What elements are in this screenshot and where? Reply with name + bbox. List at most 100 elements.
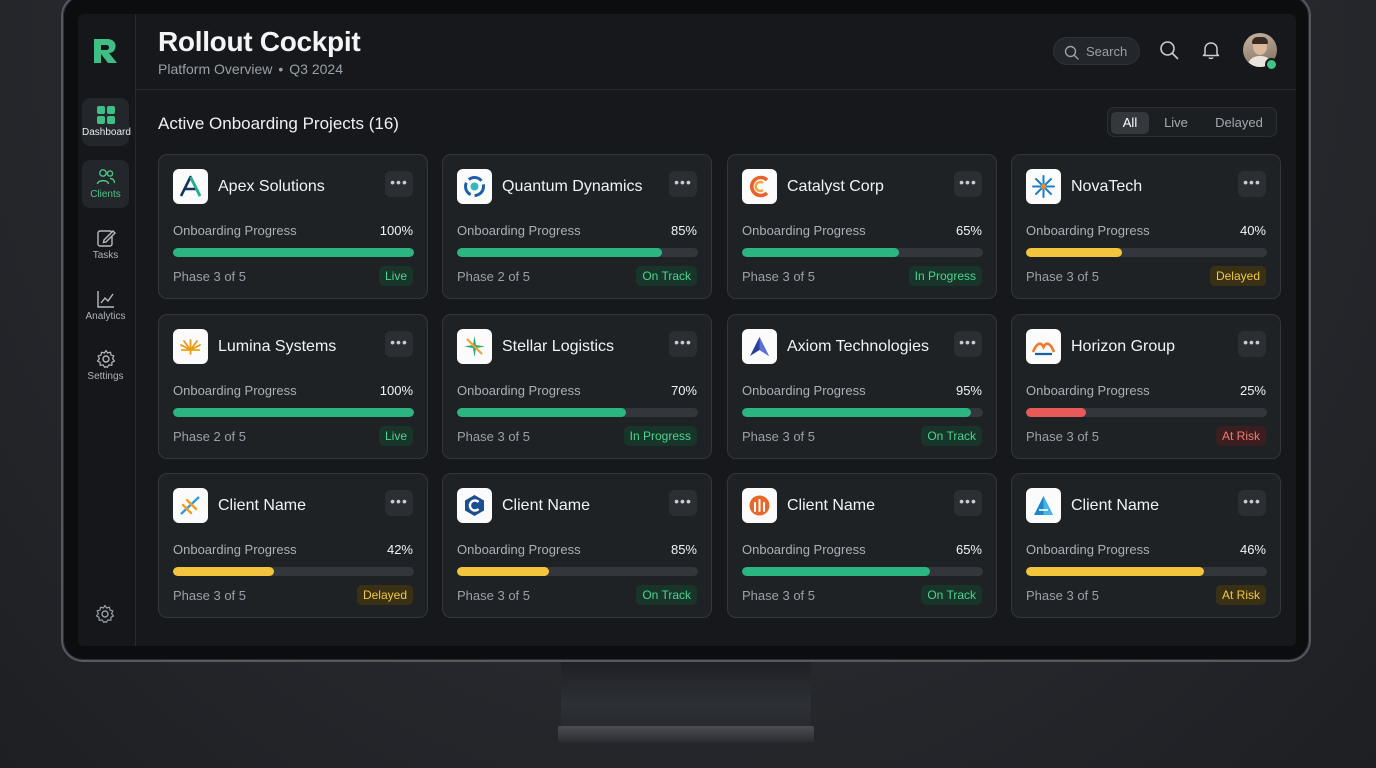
- phase-text: Phase 3 of 5: [742, 588, 815, 603]
- filter-delayed[interactable]: Delayed: [1206, 112, 1272, 134]
- project-card[interactable]: Client Name ••• Onboarding Progress 65% Phas…: [727, 473, 997, 618]
- phase-text: Phase 3 of 5: [173, 269, 246, 284]
- online-status-dot: [1265, 58, 1278, 71]
- project-card[interactable]: Stellar Logistics ••• Onboarding Progress 7…: [442, 314, 712, 459]
- status-badge: In Progress: [908, 266, 982, 286]
- progress-bar-fill: [173, 248, 414, 257]
- client-name: Lumina Systems: [218, 338, 337, 355]
- project-card[interactable]: Client Name ••• Onboarding Progress 46% Phas…: [1011, 473, 1281, 618]
- chart-icon: [96, 291, 114, 308]
- more-options-button[interactable]: •••: [954, 490, 982, 516]
- project-card[interactable]: Horizon Group ••• Onboarding Progress 25% Ph…: [1011, 314, 1281, 459]
- sidebar-item-settings[interactable]: Settings: [82, 342, 129, 390]
- progress-label: Onboarding Progress: [1026, 223, 1150, 238]
- progress-label: Onboarding Progress: [173, 542, 297, 557]
- status-badge: On Track: [636, 585, 697, 605]
- more-options-button[interactable]: •••: [1238, 331, 1266, 357]
- gear-icon[interactable]: [95, 604, 115, 624]
- sidebar-item-clients[interactable]: Clients: [82, 160, 129, 208]
- status-badge: Delayed: [1209, 266, 1266, 286]
- search-icon[interactable]: [1159, 40, 1179, 60]
- progress-label: Onboarding Progress: [742, 542, 866, 557]
- more-options-button[interactable]: •••: [954, 171, 982, 197]
- client-logo: [1026, 169, 1061, 204]
- project-card[interactable]: NovaTech ••• Onboarding Progress 40% Phase 3…: [1011, 154, 1281, 299]
- client-name: Stellar Logistics: [502, 338, 615, 355]
- progress-bar-fill: [1026, 408, 1087, 417]
- status-badge: In Progress: [623, 426, 697, 446]
- progress-value: 85%: [670, 542, 697, 557]
- client-logo: [173, 488, 208, 523]
- more-options-button[interactable]: •••: [669, 171, 697, 197]
- search-input[interactable]: Search: [1053, 37, 1140, 65]
- phase-text: Phase 3 of 5: [1026, 588, 1099, 603]
- project-card[interactable]: Quantum Dynamics ••• Onboarding Progress 85…: [442, 154, 712, 299]
- more-options-button[interactable]: •••: [385, 490, 413, 516]
- status-badge: Delayed: [356, 585, 413, 605]
- progress-value: 65%: [955, 223, 982, 238]
- users-icon: [96, 169, 115, 185]
- progress-bar: [457, 248, 698, 257]
- status-badge: At Risk: [1215, 585, 1266, 605]
- more-options-button[interactable]: •••: [1238, 171, 1266, 197]
- client-name: Apex Solutions: [218, 178, 325, 195]
- progress-bar: [173, 408, 414, 417]
- project-card[interactable]: Client Name ••• Onboarding Progress 85% Phas…: [442, 473, 712, 618]
- progress-label: Onboarding Progress: [1026, 542, 1150, 557]
- progress-value: 70%: [670, 383, 697, 398]
- more-options-button[interactable]: •••: [669, 331, 697, 357]
- filter-all[interactable]: All: [1111, 112, 1149, 134]
- top-header: Rollout Cockpit Platform Overview • Q3 202…: [135, 14, 1296, 90]
- search-icon: [1064, 45, 1079, 60]
- client-logo: [173, 169, 208, 204]
- more-options-button[interactable]: •••: [1238, 490, 1266, 516]
- status-badge: On Track: [921, 585, 982, 605]
- project-card[interactable]: Apex Solutions ••• Onboarding Progress 100%…: [158, 154, 428, 299]
- more-options-button[interactable]: •••: [954, 331, 982, 357]
- phase-text: Phase 3 of 5: [742, 429, 815, 444]
- progress-value: 40%: [1239, 223, 1266, 238]
- sidebar-item-label: Settings: [87, 371, 124, 382]
- progress-value: 42%: [386, 542, 413, 557]
- client-name: Client Name: [787, 497, 876, 514]
- progress-bar: [173, 567, 414, 576]
- progress-value: 95%: [955, 383, 982, 398]
- progress-bar-fill: [173, 408, 414, 417]
- sidebar-item-label: Clients: [90, 189, 121, 200]
- progress-label: Onboarding Progress: [742, 223, 866, 238]
- gear-icon: [96, 349, 115, 368]
- client-logo: [742, 329, 777, 364]
- progress-bar: [457, 567, 698, 576]
- project-card[interactable]: Client Name ••• Onboarding Progress 42% Phas…: [158, 473, 428, 618]
- sidebar-item-label: Tasks: [92, 250, 119, 261]
- filter-live[interactable]: Live: [1154, 112, 1198, 134]
- sidebar-item-tasks[interactable]: Tasks: [82, 221, 129, 269]
- subtitle-context: Platform Overview: [158, 61, 273, 77]
- progress-bar: [1026, 567, 1267, 576]
- more-options-button[interactable]: •••: [669, 490, 697, 516]
- more-options-button[interactable]: •••: [385, 331, 413, 357]
- sidebar-item-dashboard[interactable]: Dashboard: [82, 98, 131, 146]
- bell-icon[interactable]: [1201, 40, 1221, 60]
- app-screen: Dashboard Clients Tasks Analytics Settin…: [78, 14, 1296, 646]
- client-logo: [457, 329, 492, 364]
- more-options-button[interactable]: •••: [385, 171, 413, 197]
- progress-label: Onboarding Progress: [173, 223, 297, 238]
- phase-text: Phase 3 of 5: [1026, 269, 1099, 284]
- progress-value: 25%: [1239, 383, 1266, 398]
- project-card[interactable]: Lumina Systems ••• Onboarding Progress 100%…: [158, 314, 428, 459]
- sidebar-item-analytics[interactable]: Analytics: [82, 282, 129, 330]
- client-name: Axiom Technologies: [787, 338, 930, 355]
- client-name: NovaTech: [1071, 178, 1143, 195]
- project-card[interactable]: Axiom Technologies ••• Onboarding Progress…: [727, 314, 997, 459]
- phase-text: Phase 3 of 5: [457, 429, 530, 444]
- sidebar-item-label: Analytics: [85, 311, 126, 322]
- progress-bar: [1026, 248, 1267, 257]
- app-logo[interactable]: [91, 36, 121, 66]
- phase-text: Phase 3 of 5: [1026, 429, 1099, 444]
- status-badge: At Risk: [1215, 426, 1266, 446]
- section-title: Active Onboarding Projects (16): [158, 114, 399, 133]
- progress-value: 85%: [670, 223, 697, 238]
- project-card[interactable]: Catalyst Corp ••• Onboarding Progress 65% Ph…: [727, 154, 997, 299]
- status-badge: On Track: [636, 266, 697, 286]
